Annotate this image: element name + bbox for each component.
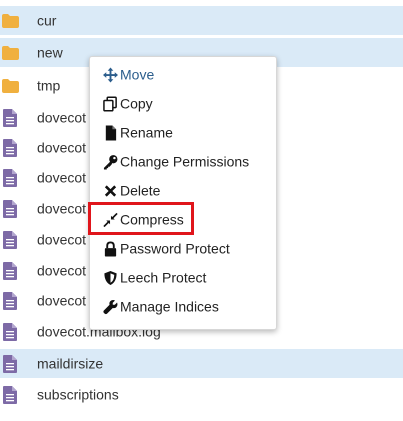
file-name: new (37, 44, 63, 61)
file-row[interactable]: subscriptions (0, 380, 403, 409)
menu-item-label: Change Permissions (120, 153, 250, 170)
file-name: maildirsize (37, 355, 104, 372)
file-icon (105, 125, 117, 141)
file-row[interactable]: maildirsize (0, 349, 403, 378)
file-name: dovecot (37, 109, 87, 126)
menu-item-label: Copy (120, 95, 153, 112)
file-icon (3, 262, 17, 280)
menu-item-label: Leech Protect (120, 269, 207, 286)
file-icon (3, 169, 17, 187)
file-icon (3, 323, 17, 341)
menu-item-move[interactable]: Move (90, 61, 276, 89)
menu-item-label: Compress (120, 211, 184, 228)
menu-item-label: Delete (120, 182, 161, 199)
wrench-icon (103, 300, 118, 315)
menu-item-manage-indices[interactable]: Manage Indices (90, 293, 276, 321)
menu-item-copy[interactable]: Copy (90, 90, 276, 118)
file-icon (3, 109, 17, 127)
file-icon (3, 200, 17, 218)
context-menu: Move Copy Rename Change Permissions Dele… (89, 56, 277, 330)
menu-item-rename[interactable]: Rename (90, 119, 276, 147)
menu-item-delete[interactable]: Delete (90, 177, 276, 205)
file-icon (3, 355, 17, 373)
file-row[interactable]: cur (0, 6, 403, 35)
file-icon (3, 139, 17, 157)
x-icon (104, 185, 117, 197)
file-icon (3, 231, 17, 249)
menu-item-change-permissions[interactable]: Change Permissions (90, 148, 276, 176)
folder-icon (2, 46, 19, 60)
file-name: tmp (37, 77, 61, 94)
file-icon (3, 292, 17, 310)
file-name: dovecot (37, 169, 87, 186)
file-name: cur (37, 12, 57, 29)
file-icon (3, 386, 17, 404)
menu-item-password-protect[interactable]: Password Protect (90, 235, 276, 263)
menu-item-leech-protect[interactable]: Leech Protect (90, 264, 276, 292)
lock-icon (104, 241, 117, 257)
menu-item-label: Move (120, 66, 155, 83)
folder-icon (2, 79, 19, 93)
move-arrows-icon (103, 67, 118, 83)
shield-icon (104, 270, 117, 286)
menu-item-compress[interactable]: Compress (90, 206, 276, 234)
file-name: dovecot (37, 139, 87, 156)
file-name: subscriptions (37, 386, 119, 403)
file-name: dovecot (37, 292, 87, 309)
copy-icon (103, 96, 117, 112)
compress-icon (103, 212, 118, 228)
menu-item-label: Manage Indices (120, 298, 219, 315)
key-icon (103, 155, 118, 170)
file-name: dovecot (37, 262, 87, 279)
file-name: dovecot (37, 231, 87, 248)
menu-item-label: Password Protect (120, 240, 230, 257)
folder-icon (2, 14, 19, 28)
file-name: dovecot (37, 200, 87, 217)
menu-item-label: Rename (120, 124, 173, 141)
